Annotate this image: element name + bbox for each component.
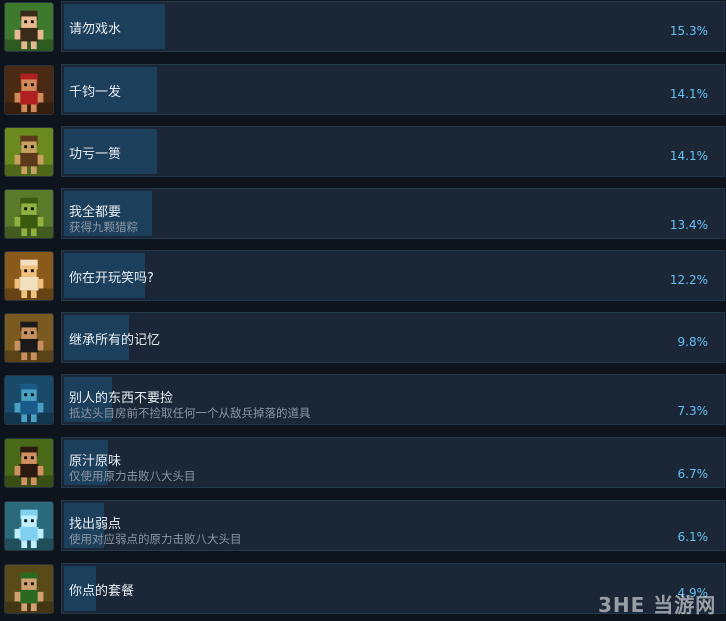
achievement-panel: 别人的东西不要捡 抵达头目房前不捡取任何一个从敌兵掉落的道具 7.3% [61, 374, 725, 425]
achievement-title: 请勿戏水 [69, 22, 122, 37]
red-monster-icon [4, 65, 54, 115]
unlock-percentage: 12.2% [669, 273, 708, 287]
rice-dumpling-icon [4, 189, 54, 239]
achievement-title: 找出弱点 [69, 517, 122, 532]
achievement-row: 找出弱点 使用对应弱点的原力击败八大头目 6.1% [0, 499, 726, 551]
ice-spirit-icon [4, 501, 54, 551]
achievement-row: 你在开玩笑吗? 12.2% [0, 249, 726, 301]
unlock-percentage: 15.3% [669, 24, 708, 38]
achievement-panel: 请勿戏水 15.3% [61, 1, 725, 52]
unlock-percentage: 7.3% [677, 404, 709, 418]
achievement-panel: 千钧一发 14.1% [61, 64, 725, 115]
achievement-title: 我全都要 [69, 205, 122, 220]
achievement-row: 功亏一篑 14.1% [0, 125, 726, 177]
achievement-panel: 你在开玩笑吗? 12.2% [61, 250, 725, 301]
unlock-percentage: 14.1% [669, 149, 708, 163]
unlock-percentage: 13.4% [669, 218, 708, 232]
swimming-kid-icon [4, 2, 54, 52]
unlock-percentage: 9.8% [677, 335, 709, 349]
achievement-panel: 原汁原味 仅使用原力击败八大头目 6.7% [61, 437, 725, 488]
unlock-percentage: 6.7% [677, 467, 709, 481]
achievement-panel: 我全都要 获得九颗猎粽 13.4% [61, 188, 725, 239]
achievement-title: 原汁原味 [69, 454, 122, 469]
achievement-panel: 找出弱点 使用对应弱点的原力击败八大头目 6.1% [61, 500, 725, 551]
unlock-percentage: 6.1% [677, 530, 709, 544]
achievement-title: 你在开玩笑吗? [69, 271, 154, 286]
achievement-title: 千钧一发 [69, 85, 122, 100]
achievement-title: 你点的套餐 [69, 584, 135, 599]
unlock-percentage: 14.1% [669, 87, 708, 101]
caveman-icon [4, 438, 54, 488]
achievement-description: 仅使用原力击败八大头目 [69, 469, 196, 483]
achievement-row: 千钧一发 14.1% [0, 63, 726, 115]
mouse-creature-icon [4, 251, 54, 301]
achievement-title: 继承所有的记忆 [69, 333, 161, 348]
achievement-row: 我全都要 获得九颗猎粽 13.4% [0, 187, 726, 239]
achievement-panel: 功亏一篑 14.1% [61, 126, 725, 177]
site-watermark: 3HE 当游网 [598, 593, 717, 617]
achievement-row: 别人的东西不要捡 抵达头目房前不捡取任何一个从敌兵掉落的道具 7.3% [0, 373, 726, 425]
goblin-lord-icon [4, 127, 54, 177]
achievement-title: 别人的东西不要捡 [69, 391, 174, 406]
achievement-panel: 继承所有的记忆 9.8% [61, 312, 725, 363]
tribal-chief-icon [4, 564, 54, 614]
achievement-description: 获得九颗猎粽 [69, 220, 138, 234]
achievement-description: 使用对应弱点的原力击败八大头目 [69, 532, 242, 546]
achievement-title: 功亏一篑 [69, 147, 122, 162]
achievement-row: 原汁原味 仅使用原力击败八大头目 6.7% [0, 436, 726, 488]
blue-beast-icon [4, 375, 54, 425]
dark-haired-warrior-icon [4, 313, 54, 363]
achievement-row: 请勿戏水 15.3% [0, 0, 726, 52]
achievement-row: 继承所有的记忆 9.8% [0, 311, 726, 363]
achievement-description: 抵达头目房前不捡取任何一个从敌兵掉落的道具 [69, 406, 311, 420]
